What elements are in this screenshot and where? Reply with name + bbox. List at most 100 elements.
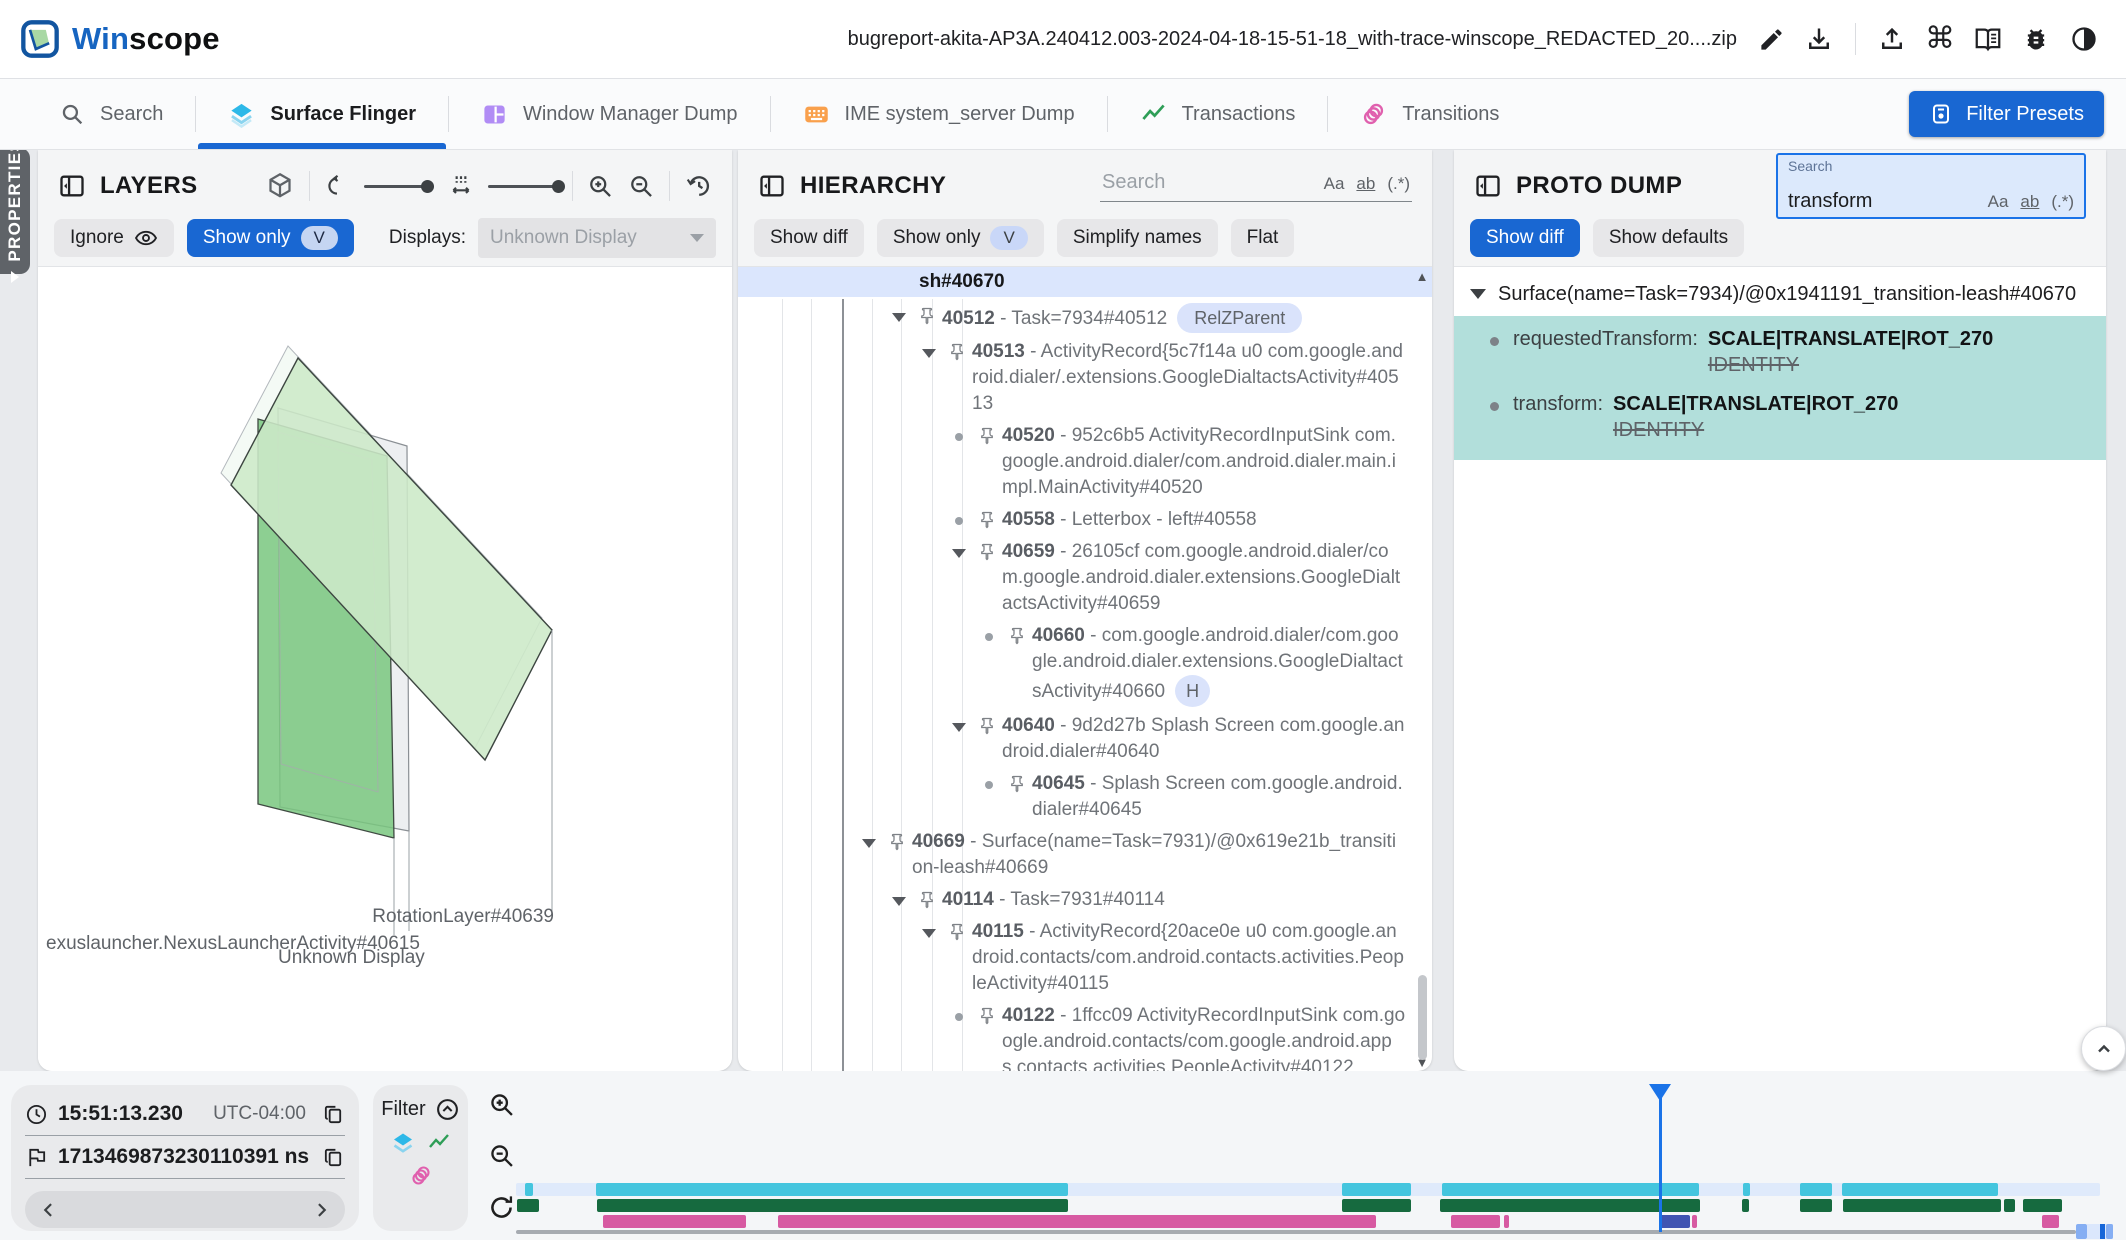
- human-time-field[interactable]: 15:51:13.230 UTC-04:00: [25, 1093, 345, 1136]
- previous-entry-icon[interactable]: [39, 1200, 59, 1220]
- reset-view-icon[interactable]: [684, 172, 712, 200]
- panel-left-icon[interactable]: [1474, 172, 1502, 200]
- scrollbar-thumb[interactable]: [1418, 975, 1427, 1060]
- pin-icon[interactable]: [972, 423, 1002, 445]
- tab-ime-dump[interactable]: IME system_server Dump: [771, 79, 1107, 149]
- tree-node[interactable]: 40122 - 1ffcc09 ActivityRecordInputSink …: [738, 1000, 1432, 1071]
- match-case-icon[interactable]: Aa: [1324, 174, 1345, 194]
- property-row[interactable]: transform: SCALE|TRANSLATE|ROT_270 IDENT…: [1490, 393, 2090, 442]
- transactions-trace-segment[interactable]: [2023, 1199, 2062, 1212]
- expand-arrow-icon[interactable]: [886, 887, 912, 906]
- reset-zoom-icon[interactable]: [487, 1193, 516, 1222]
- expand-arrow-icon[interactable]: [856, 829, 882, 848]
- show-diff-button[interactable]: Show diff: [754, 219, 864, 257]
- timeline-tracks[interactable]: [516, 1080, 2116, 1240]
- surface-flinger-trace-segment[interactable]: [1743, 1183, 1750, 1196]
- tree-node[interactable]: 40645 - Splash Screen com.google.android…: [738, 768, 1432, 826]
- dark-mode-icon[interactable]: [2062, 17, 2106, 61]
- expand-arrow-icon[interactable]: [916, 339, 942, 358]
- pin-icon[interactable]: [972, 539, 1002, 561]
- timeline-marker[interactable]: [1659, 1092, 1662, 1232]
- properties-sidebar-tab[interactable]: PROPERTIES: [0, 148, 30, 274]
- shortcuts-icon[interactable]: ⌘: [1918, 17, 1962, 61]
- tree-node[interactable]: 40659 - 26105cf com.google.android.diale…: [738, 536, 1432, 620]
- match-case-icon[interactable]: Aa: [1988, 192, 2009, 212]
- whole-word-icon[interactable]: ab: [1356, 174, 1375, 194]
- next-entry-icon[interactable]: [311, 1200, 331, 1220]
- expand-timeline-button[interactable]: [2081, 1026, 2126, 1071]
- pin-icon[interactable]: [912, 887, 942, 909]
- show-only-v-button[interactable]: Show only V: [877, 219, 1044, 257]
- ignore-button[interactable]: Ignore: [54, 219, 174, 257]
- 3d-view-icon[interactable]: [265, 171, 295, 201]
- property-row[interactable]: requestedTransform: SCALE|TRANSLATE|ROT_…: [1490, 328, 2090, 377]
- surface-flinger-trace-segment[interactable]: [1800, 1183, 1832, 1196]
- tab-window-manager-dump[interactable]: Window Manager Dump: [449, 79, 770, 149]
- proto-root-node[interactable]: Surface(name=Task=7934)/@0x1941191_trans…: [1454, 267, 2106, 316]
- transactions-trace-segment[interactable]: [2004, 1199, 2015, 1212]
- minimap-viewport[interactable]: [2076, 1224, 2087, 1239]
- collapse-circle-icon[interactable]: [435, 1097, 460, 1122]
- selected-tree-node[interactable]: sh#40670: [738, 267, 1432, 297]
- panel-left-icon[interactable]: [58, 172, 86, 200]
- tab-surface-flinger[interactable]: Surface Flinger: [196, 79, 448, 149]
- transitions-trace-segment[interactable]: [778, 1215, 1376, 1228]
- zoom-out-icon[interactable]: [628, 173, 655, 200]
- transactions-trace-segment[interactable]: [1843, 1199, 2001, 1212]
- collapse-arrow-icon[interactable]: [1470, 289, 1486, 299]
- pin-icon[interactable]: [942, 919, 972, 941]
- pin-icon[interactable]: [1002, 623, 1032, 645]
- transactions-trace-segment[interactable]: [1342, 1199, 1411, 1212]
- tree-node[interactable]: 40640 - 9d2d27b Splash Screen com.google…: [738, 710, 1432, 768]
- tree-node[interactable]: 40114 - Task=7931#40114: [738, 884, 1432, 916]
- pin-icon[interactable]: [972, 507, 1002, 529]
- download-icon[interactable]: [1797, 17, 1841, 61]
- expand-arrow-icon[interactable]: [916, 919, 942, 938]
- transitions-trace-segment[interactable]: [1692, 1215, 1697, 1228]
- pin-icon[interactable]: [882, 829, 912, 851]
- transactions-trace-segment[interactable]: [1800, 1199, 1832, 1212]
- panel-left-icon[interactable]: [758, 172, 786, 200]
- tree-node[interactable]: 40512 - Task=7934#40512RelZParent: [738, 300, 1432, 336]
- scroll-up-icon[interactable]: ▲: [1416, 269, 1429, 284]
- expand-arrow-icon[interactable]: [946, 713, 972, 732]
- tree-node[interactable]: 40558 - Letterbox - left#40558: [738, 504, 1432, 536]
- ns-time-field[interactable]: 1713469873230110391 ns: [25, 1136, 345, 1179]
- edit-icon[interactable]: [1749, 17, 1793, 61]
- minimap-viewport-end[interactable]: [2106, 1224, 2113, 1239]
- show-diff-button[interactable]: Show diff: [1470, 219, 1580, 257]
- filter-presets-button[interactable]: Filter Presets: [1909, 91, 2104, 137]
- timeline-scroll-line[interactable]: [516, 1230, 2076, 1234]
- rotation-slider[interactable]: [364, 185, 434, 188]
- layers-icon[interactable]: [391, 1131, 415, 1155]
- pin-icon[interactable]: [1002, 771, 1032, 793]
- tab-transactions[interactable]: Transactions: [1108, 79, 1328, 149]
- tree-node[interactable]: 40660 - com.google.android.dialer/com.go…: [738, 620, 1432, 710]
- transactions-trace-segment[interactable]: [517, 1199, 539, 1212]
- pin-icon[interactable]: [942, 339, 972, 361]
- pin-icon[interactable]: [972, 1003, 1002, 1025]
- upload-icon[interactable]: [1870, 17, 1914, 61]
- tab-search[interactable]: Search: [28, 79, 195, 149]
- surface-flinger-trace-segment[interactable]: [596, 1183, 1068, 1196]
- expand-arrow-icon[interactable]: [886, 303, 912, 322]
- pin-icon[interactable]: [972, 713, 1002, 735]
- show-defaults-button[interactable]: Show defaults: [1593, 219, 1744, 257]
- minimap-cursor[interactable]: [2100, 1224, 2105, 1239]
- regex-icon[interactable]: (.*): [1387, 174, 1410, 194]
- show-only-v-button[interactable]: Show only V: [187, 219, 354, 257]
- tree-node[interactable]: 40669 - Surface(name=Task=7931)/@0x619e2…: [738, 826, 1432, 884]
- displays-select[interactable]: Unknown Display: [478, 218, 716, 258]
- proto-search-input[interactable]: [1788, 190, 1958, 213]
- report-bug-icon[interactable]: [2014, 17, 2058, 61]
- simplify-names-button[interactable]: Simplify names: [1057, 219, 1218, 257]
- copy-icon[interactable]: [322, 1103, 345, 1126]
- zoom-out-icon[interactable]: [488, 1142, 516, 1170]
- transitions-trace-segment[interactable]: [2042, 1215, 2059, 1228]
- hierarchy-search-input[interactable]: [1102, 171, 1292, 194]
- tab-transitions[interactable]: Transitions: [1328, 79, 1531, 149]
- tree-node[interactable]: 40115 - ActivityRecord{20ace0e u0 com.go…: [738, 916, 1432, 1000]
- regex-icon[interactable]: (.*): [2051, 192, 2074, 212]
- transitions-trace-segment[interactable]: [1660, 1215, 1690, 1228]
- surface-flinger-trace-segment[interactable]: [1342, 1183, 1411, 1196]
